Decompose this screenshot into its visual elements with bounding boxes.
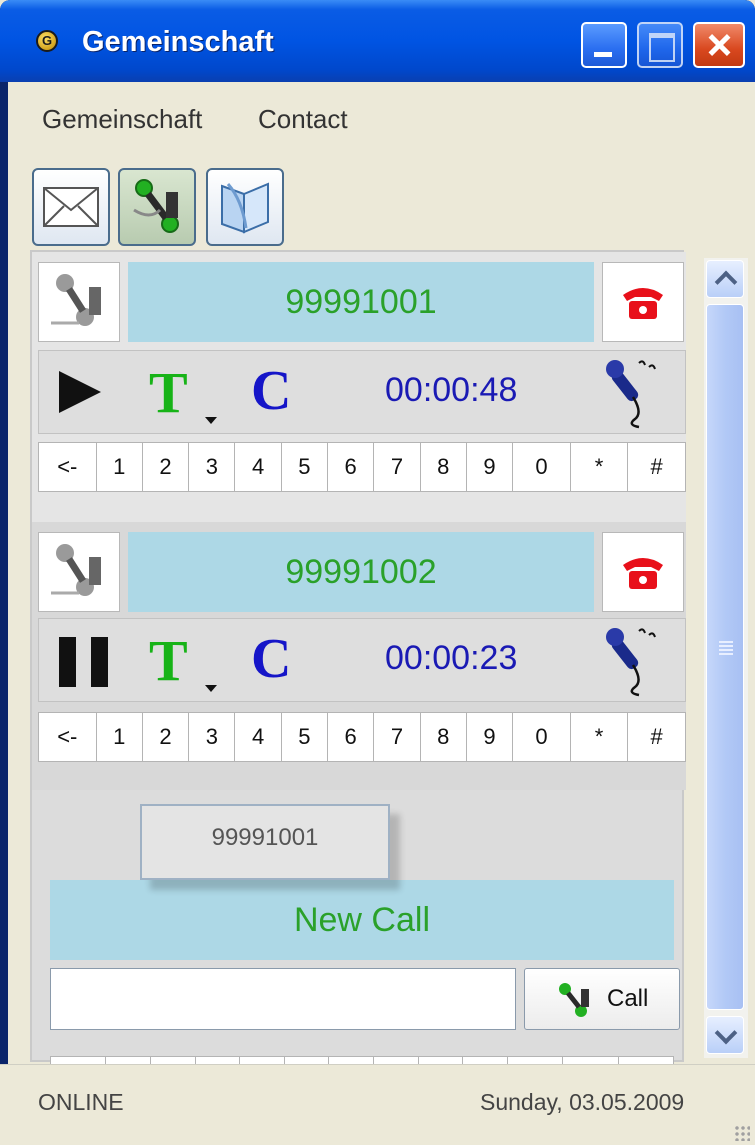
line-2-number: 99991002 — [128, 532, 594, 612]
keypad-key[interactable]: 5 — [282, 443, 329, 491]
title-bar[interactable]: G Gemeinschaft — [0, 0, 755, 82]
window-title: Gemeinschaft — [82, 26, 274, 58]
keypad-key[interactable]: 6 — [328, 443, 375, 491]
keypad-key[interactable]: * — [571, 443, 629, 491]
pause-icon[interactable] — [59, 637, 108, 687]
line-1-controls: T C 00:00:48 — [38, 350, 686, 434]
transfer-target-menu: 99991001 — [140, 804, 390, 880]
calls-panel: 99991001 T C 00:00:48 <- 1 2 3 4 5 6 7 8… — [30, 250, 686, 1106]
keypad-key[interactable]: 4 — [235, 713, 282, 761]
envelope-icon — [43, 187, 99, 227]
close-button[interactable] — [693, 22, 745, 68]
keypad-key[interactable]: 6 — [328, 713, 375, 761]
toolbar-addressbook-button[interactable] — [206, 168, 284, 246]
red-telephone-icon — [623, 558, 663, 589]
keypad-key[interactable]: 9 — [467, 443, 514, 491]
keypad-key[interactable]: 3 — [189, 713, 236, 761]
keypad-key[interactable]: 0 — [513, 443, 571, 491]
scroll-up-button[interactable] — [706, 260, 744, 298]
chevron-down-icon[interactable] — [205, 685, 217, 692]
new-call-header: New Call — [50, 880, 674, 960]
line-1-conference-c-button[interactable]: C — [251, 359, 291, 423]
toolbar-calls-button[interactable] — [118, 168, 196, 246]
vertical-scrollbar[interactable] — [704, 258, 748, 1058]
status-date: Sunday, 03.05.2009 — [480, 1089, 685, 1115]
play-icon[interactable] — [59, 371, 101, 413]
transfer-target-item[interactable]: 99991001 — [142, 824, 388, 852]
resize-grip-icon[interactable] — [734, 1125, 750, 1141]
call-line-1: 99991001 T C 00:00:48 <- 1 2 3 4 5 6 7 8… — [32, 252, 686, 522]
line-1-transfer-button[interactable] — [38, 262, 120, 342]
keypad-key[interactable]: 7 — [374, 713, 421, 761]
phone-handset-gray-icon — [51, 274, 101, 326]
address-book-icon — [221, 182, 269, 234]
scroll-down-button[interactable] — [706, 1016, 744, 1054]
phone-handset-green-icon — [133, 179, 179, 233]
dial-number-input[interactable] — [50, 968, 516, 1030]
line-1-hangup-button[interactable] — [602, 262, 684, 342]
keypad-key[interactable]: 9 — [467, 713, 514, 761]
microphone-icon[interactable] — [599, 355, 665, 431]
call-line-2: 99991002 T C 00:00:23 <- 1 2 3 4 5 6 7 8… — [32, 522, 686, 790]
toolbar-mail-button[interactable] — [32, 168, 110, 246]
keypad-key[interactable]: 2 — [143, 713, 190, 761]
keypad-key[interactable]: 4 — [235, 443, 282, 491]
minimize-button[interactable] — [581, 22, 627, 68]
phone-handset-green-icon — [559, 983, 589, 1017]
line-1-transfer-t-button[interactable]: T — [149, 359, 188, 426]
line-1-dtmf-keypad: <- 1 2 3 4 5 6 7 8 9 0 * # — [38, 442, 686, 492]
status-bar: ONLINE Sunday, 03.05.2009 — [0, 1064, 755, 1145]
keypad-key[interactable]: 2 — [143, 443, 190, 491]
scrollbar-thumb[interactable] — [706, 304, 744, 1010]
keypad-key[interactable]: 5 — [282, 713, 329, 761]
keypad-key[interactable]: <- — [39, 443, 97, 491]
menu-contact[interactable]: Contact — [258, 104, 348, 135]
line-2-dtmf-keypad: <- 1 2 3 4 5 6 7 8 9 0 * # — [38, 712, 686, 762]
keypad-key[interactable]: 1 — [97, 443, 143, 491]
keypad-key[interactable]: * — [571, 713, 629, 761]
keypad-key[interactable]: # — [628, 713, 685, 761]
line-2-controls: T C 00:00:23 — [38, 618, 686, 702]
keypad-key[interactable]: 7 — [374, 443, 421, 491]
line-2-transfer-button[interactable] — [38, 532, 120, 612]
line-2-hangup-button[interactable] — [602, 532, 684, 612]
keypad-key[interactable]: 1 — [97, 713, 143, 761]
app-logo-icon: G — [36, 30, 58, 52]
line-2-timer: 00:00:23 — [385, 639, 518, 677]
keypad-key[interactable]: 8 — [421, 443, 467, 491]
keypad-key[interactable]: 8 — [421, 713, 467, 761]
red-telephone-icon — [623, 288, 663, 319]
line-1-timer: 00:00:48 — [385, 371, 518, 409]
keypad-key[interactable]: 3 — [189, 443, 236, 491]
client-area: Gemeinschaft Contact 99991001 T C 00:00:… — [8, 82, 755, 1145]
connection-status: ONLINE — [38, 1089, 124, 1115]
maximize-button[interactable] — [637, 22, 683, 68]
keypad-key[interactable]: <- — [39, 713, 97, 761]
keypad-key[interactable]: 0 — [513, 713, 571, 761]
call-button[interactable]: Call — [524, 968, 680, 1030]
call-button-label: Call — [607, 985, 649, 1012]
app-window: G Gemeinschaft Gemeinschaft Contact 9999… — [0, 0, 755, 1145]
microphone-icon[interactable] — [599, 623, 665, 699]
line-1-number: 99991001 — [128, 262, 594, 342]
chevron-down-icon[interactable] — [205, 417, 217, 424]
phone-handset-gray-icon — [51, 544, 101, 596]
menu-gemeinschaft[interactable]: Gemeinschaft — [42, 104, 202, 135]
line-2-conference-c-button[interactable]: C — [251, 627, 291, 691]
keypad-key[interactable]: # — [628, 443, 685, 491]
line-2-transfer-t-button[interactable]: T — [149, 627, 188, 694]
